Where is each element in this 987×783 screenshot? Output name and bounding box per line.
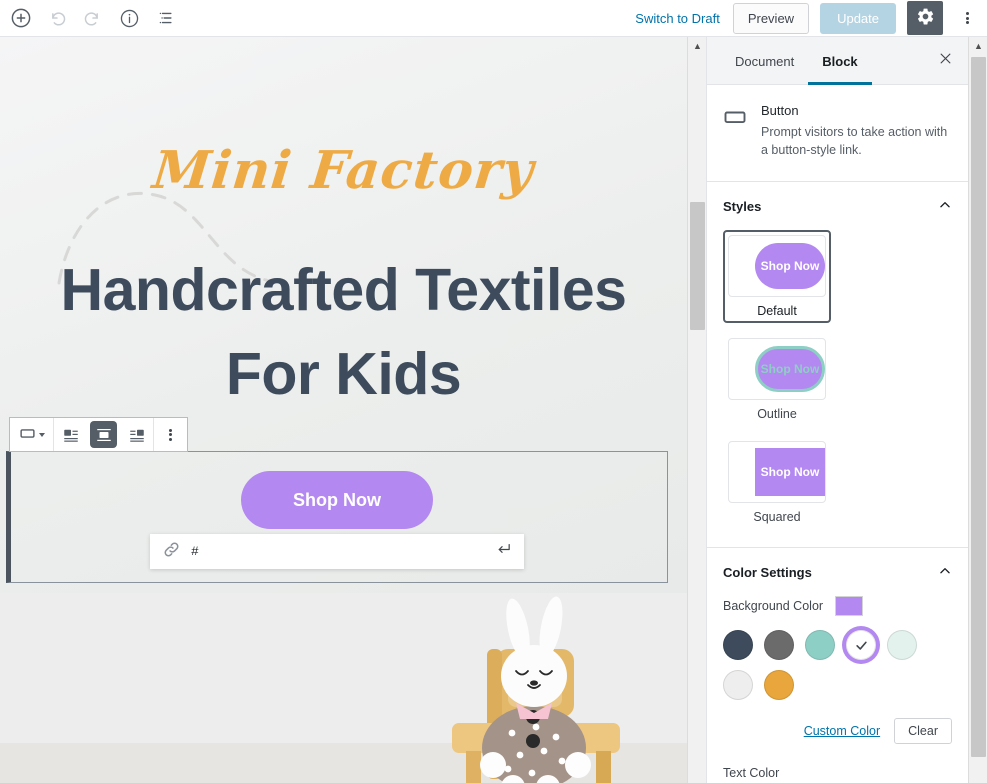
switch-to-draft-button[interactable]: Switch to Draft — [633, 7, 722, 30]
align-center-icon[interactable] — [90, 421, 117, 448]
wordpress-block-editor: Switch to Draft Preview Update Mini Fact… — [0, 0, 987, 783]
close-icon[interactable] — [932, 48, 958, 74]
style-option-default[interactable]: Shop Now Default — [723, 230, 831, 324]
background-color-label: Background Color — [723, 599, 824, 614]
chevron-up-icon — [938, 564, 952, 581]
styles-panel-body: Shop Now Default Shop Now Outline Shop N… — [707, 230, 968, 547]
block-type-group — [10, 418, 54, 451]
block-info-card: Button Prompt visitors to take action wi… — [707, 85, 968, 183]
swatch-off-white[interactable] — [723, 670, 753, 701]
block-toolbar — [9, 417, 188, 452]
kebab-menu-icon — [965, 11, 969, 26]
button-block-icon — [19, 425, 36, 445]
swatch-gray[interactable] — [764, 630, 794, 661]
gear-icon — [916, 7, 935, 29]
styles-grid: Shop Now Default Shop Now Outline Shop N… — [723, 230, 952, 529]
button-block-icon — [723, 103, 747, 159]
swatch-dark-navy[interactable] — [723, 630, 753, 661]
link-popover: # — [150, 534, 524, 569]
text-color-label: Text Color — [723, 766, 780, 781]
hero-product-image — [0, 593, 687, 783]
editor-top-bar: Switch to Draft Preview Update — [0, 0, 987, 37]
chevron-up-icon — [938, 198, 952, 215]
block-name: Button — [761, 103, 799, 118]
editor-scrollbar-thumb[interactable] — [690, 202, 705, 330]
scroll-up-icon[interactable]: ▲ — [688, 37, 707, 55]
headline-line-1: Handcrafted Textiles — [60, 257, 627, 323]
block-description: Prompt visitors to take action with a bu… — [761, 125, 948, 158]
update-button[interactable]: Update — [820, 2, 896, 34]
style-option-squared[interactable]: Shop Now Squared — [723, 436, 831, 529]
link-url-input[interactable]: # — [191, 544, 485, 559]
more-options-button[interactable] — [954, 1, 980, 35]
color-settings-body: Background Color Custom Color Clear Text… — [707, 596, 968, 783]
color-settings-title: Color Settings — [723, 565, 812, 581]
swatch-orange[interactable] — [764, 670, 794, 701]
styles-panel: Styles Shop Now Default Shop Now Outline… — [707, 182, 968, 549]
info-icon[interactable] — [112, 1, 146, 35]
alignment-group — [54, 418, 154, 451]
tab-document[interactable]: Document — [721, 37, 808, 85]
background-color-indicator[interactable] — [835, 596, 864, 617]
styles-panel-title: Styles — [723, 199, 762, 215]
scroll-up-icon[interactable]: ▲ — [969, 37, 987, 55]
style-preview-outline: Shop Now — [728, 338, 826, 401]
style-preview-label: Shop Now — [755, 346, 825, 393]
editor-canvas[interactable]: Mini Factory Handcrafted Textiles For Ki… — [0, 37, 687, 783]
style-preview-label: Shop Now — [755, 243, 825, 290]
style-preview-label: Shop Now — [755, 448, 825, 497]
check-icon — [847, 631, 875, 659]
style-preview-squared: Shop Now — [728, 441, 826, 504]
block-settings-sidebar: Document Block Button Prompt visitors to… — [706, 37, 968, 783]
brand-script-title: Mini Factory — [149, 140, 538, 201]
style-label-outline: Outline — [757, 407, 797, 422]
enter-arrow-icon[interactable] — [495, 541, 512, 562]
settings-button[interactable] — [907, 1, 943, 35]
sidebar-scrollbar[interactable]: ▲ — [968, 37, 987, 783]
style-option-outline[interactable]: Shop Now Outline — [723, 333, 831, 426]
sidebar-tabs: Document Block — [707, 37, 968, 85]
custom-color-button[interactable]: Custom Color — [804, 724, 880, 738]
text-color-row: Text Color — [723, 766, 952, 780]
list-view-icon[interactable] — [148, 1, 182, 35]
clear-color-button[interactable]: Clear — [894, 718, 952, 745]
top-bar-right-actions: Switch to Draft Preview Update — [633, 1, 987, 35]
headline-line-2: For Kids — [225, 340, 462, 407]
style-label-squared: Squared — [753, 510, 801, 525]
block-more-group — [154, 418, 187, 451]
undo-icon[interactable] — [40, 1, 74, 35]
add-block-icon[interactable] — [4, 1, 38, 35]
redo-icon[interactable] — [76, 1, 110, 35]
hero-section: Mini Factory Handcrafted Textiles For Ki… — [0, 37, 687, 783]
kebab-menu-icon — [169, 427, 172, 442]
styles-panel-header[interactable]: Styles — [707, 182, 968, 230]
chevron-down-icon — [38, 432, 45, 437]
top-bar-left-tools — [0, 1, 182, 35]
hero-headline: Handcrafted Textiles For Kids — [20, 249, 667, 417]
swatch-teal[interactable] — [805, 630, 835, 661]
sidebar-scrollbar-thumb[interactable] — [971, 57, 986, 757]
editor-scrollbar[interactable]: ▲ — [687, 37, 706, 783]
tab-block[interactable]: Block — [808, 37, 871, 85]
style-preview-default: Shop Now — [728, 235, 826, 298]
preview-button[interactable]: Preview — [732, 2, 810, 34]
background-color-actions: Custom Color Clear — [723, 718, 952, 745]
swatch-pale-mint[interactable] — [887, 630, 917, 661]
color-settings-panel: Color Settings Background Color Custom C… — [707, 548, 968, 783]
shop-now-button[interactable]: Shop Now — [241, 471, 433, 529]
align-right-icon[interactable] — [120, 418, 153, 451]
background-color-swatches — [723, 630, 923, 701]
align-left-icon[interactable] — [54, 418, 87, 451]
block-more-options-button[interactable] — [154, 418, 187, 451]
background-color-row: Background Color — [723, 596, 952, 617]
link-icon — [162, 540, 181, 564]
style-label-default: Default — [757, 304, 797, 319]
block-type-switcher-button[interactable] — [10, 418, 53, 451]
swatch-purple-selected[interactable] — [846, 630, 876, 661]
color-settings-header[interactable]: Color Settings — [707, 548, 968, 596]
